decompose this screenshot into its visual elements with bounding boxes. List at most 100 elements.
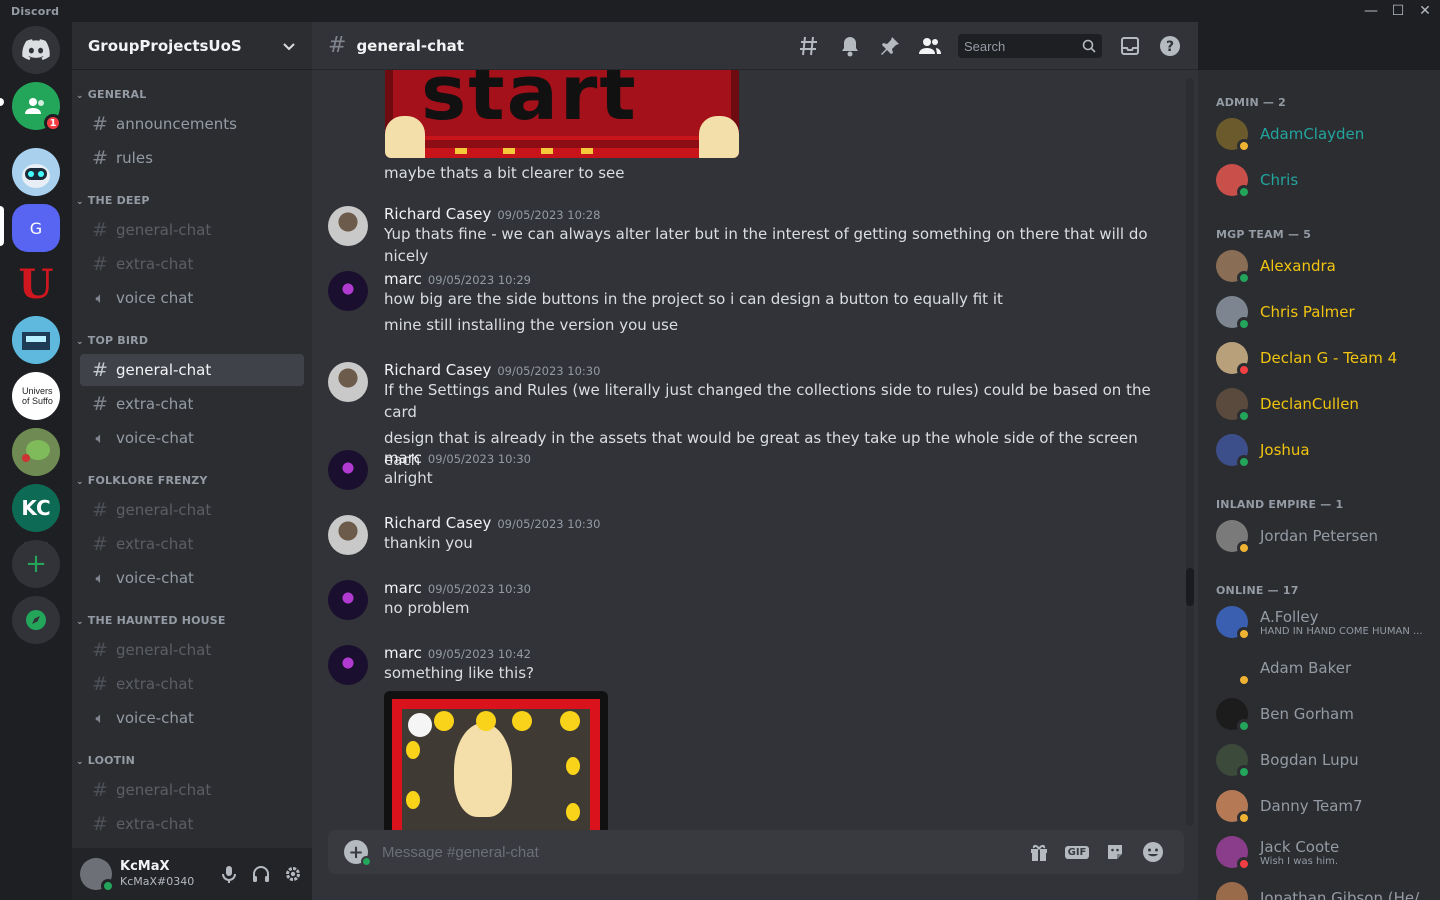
- message-text: something like this?: [384, 664, 534, 682]
- member-item[interactable]: Joshua: [1206, 428, 1434, 472]
- avatar[interactable]: [80, 858, 115, 893]
- message-author[interactable]: marc: [384, 644, 422, 662]
- category-header[interactable]: ⌄ THE HAUNTED HOUSE: [76, 614, 226, 627]
- server-group-projects[interactable]: G: [12, 204, 60, 252]
- member-item[interactable]: A.Folley HAND IN HAND COME HUMAN ...: [1206, 600, 1434, 644]
- member-item[interactable]: Adam Baker: [1206, 646, 1434, 690]
- channel-text[interactable]: # extra-chat: [80, 668, 304, 700]
- upload-plus-icon[interactable]: +: [344, 840, 372, 867]
- member-item[interactable]: Chris Palmer: [1206, 290, 1434, 334]
- server-kc[interactable]: KC: [12, 484, 60, 532]
- server-u[interactable]: U: [12, 260, 60, 308]
- message-author[interactable]: Richard Casey: [384, 361, 491, 379]
- channel-text[interactable]: # general-chat: [80, 634, 304, 666]
- inbox-icon[interactable]: [1118, 34, 1142, 58]
- threads-icon[interactable]: [798, 34, 822, 58]
- channel-text[interactable]: # general-chat: [80, 494, 304, 526]
- member-item[interactable]: Danny Team7: [1206, 784, 1434, 828]
- sticker-icon[interactable]: [1103, 840, 1127, 864]
- category-header[interactable]: ⌄ GENERAL: [76, 88, 146, 101]
- message-author[interactable]: marc: [384, 579, 422, 597]
- home-button[interactable]: [12, 26, 60, 74]
- attachment-image[interactable]: start: [385, 70, 739, 158]
- chevron-down-icon: ⌄: [76, 197, 84, 207]
- message-author[interactable]: Richard Casey: [384, 514, 491, 532]
- close-icon[interactable]: ✕: [1412, 2, 1438, 20]
- search-input[interactable]: [958, 34, 1102, 58]
- microphone-icon[interactable]: [218, 863, 240, 885]
- headphones-icon[interactable]: [250, 863, 272, 885]
- scrollbar-thumb[interactable]: [1186, 568, 1194, 606]
- message-input[interactable]: [382, 843, 1020, 861]
- channel-text[interactable]: # extra-chat: [80, 388, 304, 420]
- add-server-button[interactable]: +: [12, 540, 60, 588]
- channel-text[interactable]: # general-chat: [80, 774, 304, 806]
- avatar[interactable]: [328, 271, 368, 311]
- member-list-icon[interactable]: [918, 34, 942, 58]
- member-item[interactable]: Declan G - Team 4: [1206, 336, 1434, 380]
- member-item[interactable]: DeclanCullen: [1206, 382, 1434, 426]
- channel-text[interactable]: # rules: [80, 142, 304, 174]
- attachment-image[interactable]: [384, 691, 608, 832]
- status-online-icon: [1237, 185, 1251, 199]
- avatar[interactable]: [328, 206, 368, 246]
- channel-sidebar: GroupProjectsUoS ⌄ GENERAL # announcements #…: [72, 22, 312, 900]
- chevron-down-icon: ⌄: [76, 477, 84, 487]
- server-robot[interactable]: [12, 148, 60, 196]
- gift-icon[interactable]: [1027, 840, 1051, 864]
- server-university[interactable]: Univers of Suffo: [12, 372, 60, 420]
- friends-button[interactable]: 1: [12, 82, 62, 132]
- category-header[interactable]: ⌄ FOLKLORE FRENZY: [76, 474, 208, 487]
- gif-icon[interactable]: GIF: [1064, 840, 1090, 864]
- channel-voice[interactable]: 🔈︎ voice chat: [80, 282, 304, 314]
- minimize-icon[interactable]: —: [1358, 2, 1384, 20]
- member-item[interactable]: Jack Coote Wish I was him.: [1206, 830, 1434, 874]
- pin-icon[interactable]: [878, 34, 902, 58]
- status-online-icon: [1237, 271, 1251, 285]
- settings-gear-icon[interactable]: [282, 863, 304, 885]
- category-header[interactable]: ⌄ LOOTIN: [76, 754, 135, 767]
- help-icon[interactable]: ?: [1158, 34, 1182, 58]
- scrollbar[interactable]: [1186, 78, 1194, 826]
- member-item[interactable]: Jonathan Gibson (He/: [1206, 876, 1434, 900]
- channel-name: extra-chat: [116, 395, 194, 413]
- member-item[interactable]: Chris: [1206, 158, 1434, 202]
- member-item[interactable]: Bogdan Lupu: [1206, 738, 1434, 782]
- channel-text[interactable]: # general-chat: [80, 214, 304, 246]
- explore-servers-button[interactable]: [12, 596, 60, 644]
- avatar[interactable]: [328, 362, 368, 402]
- channel-text[interactable]: # extra-chat: [80, 528, 304, 560]
- emoji-icon[interactable]: [1141, 840, 1165, 864]
- channel-voice[interactable]: 🔈︎ voice-chat: [80, 702, 304, 734]
- member-item[interactable]: Jordan Petersen: [1206, 514, 1434, 558]
- member-item[interactable]: Alexandra: [1206, 244, 1434, 288]
- category-header[interactable]: ⌄ TOP BIRD: [76, 334, 148, 347]
- channel-text[interactable]: # extra-chat: [80, 248, 304, 280]
- category-header[interactable]: ⌄ THE DEEP: [76, 194, 150, 207]
- channel-text[interactable]: # extra-chat: [80, 808, 304, 840]
- message-author[interactable]: marc: [384, 270, 422, 288]
- channel-text[interactable]: # general-chat: [80, 354, 304, 386]
- member-item[interactable]: Ben Gorham: [1206, 692, 1434, 736]
- avatar[interactable]: [328, 580, 368, 620]
- avatar: [1216, 342, 1251, 377]
- channel-text[interactable]: # announcements: [80, 108, 304, 140]
- avatar[interactable]: [328, 645, 368, 685]
- guild-header[interactable]: GroupProjectsUoS: [72, 22, 312, 70]
- server-pixel[interactable]: [12, 316, 60, 364]
- server-frog[interactable]: [12, 428, 60, 476]
- avatar[interactable]: [328, 515, 368, 555]
- avatar[interactable]: [328, 450, 368, 490]
- message-list: start maybe thats a bit clearer to see Ri…: [312, 70, 1198, 832]
- message-author[interactable]: marc: [384, 449, 422, 467]
- maximize-icon[interactable]: ☐: [1385, 2, 1411, 20]
- search-box[interactable]: [958, 34, 1102, 58]
- channel-voice[interactable]: 🔈︎ voice-chat: [80, 422, 304, 454]
- notification-bell-icon[interactable]: [838, 34, 862, 58]
- member-item[interactable]: AdamClayden: [1206, 112, 1434, 156]
- channel-name: extra-chat: [116, 255, 194, 273]
- status-online-icon: [1237, 765, 1251, 779]
- message-author[interactable]: Richard Casey: [384, 205, 491, 223]
- channel-voice[interactable]: 🔈︎ voice-chat: [80, 562, 304, 594]
- message-timestamp: 09/05/2023 10:28: [497, 208, 601, 222]
